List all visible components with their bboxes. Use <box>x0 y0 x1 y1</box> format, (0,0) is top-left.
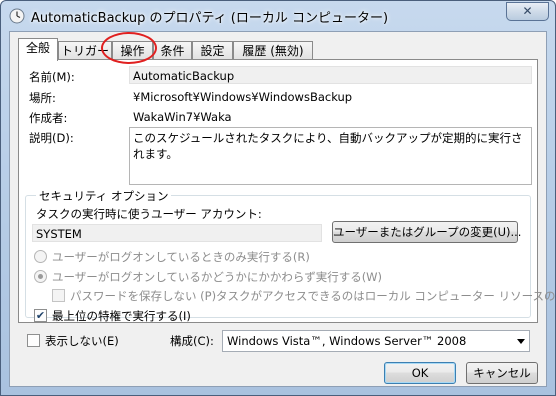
security-group-title: セキュリティ オプション <box>36 188 172 204</box>
hidden-checkbox[interactable] <box>27 334 40 347</box>
close-button[interactable]: ✕ <box>506 2 549 21</box>
tab-general[interactable]: 全般 <box>18 38 58 61</box>
security-options-group: セキュリティ オプション タスクの実行時に使うユーザー アカウント: SYSTE… <box>25 188 556 323</box>
properties-window: AutomaticBackup のプロパティ (ローカル コンピューター) ✕ … <box>0 0 556 396</box>
description-field[interactable]: このスケジュールされたタスクにより、自動バックアップが定期的に実行されます。 <box>129 127 532 185</box>
account-field: SYSTEM <box>32 224 322 242</box>
config-label: 構成(C): <box>170 334 214 348</box>
config-select-value: Windows Vista™, Windows Server™ 2008 <box>227 334 467 348</box>
no-store-password-label: パスワードを保存しない (P)タスクがアクセスできるのはローカル コンピューター… <box>70 289 556 303</box>
location-value: ¥Microsoft¥Windows¥WindowsBackup <box>133 90 353 104</box>
location-label: 場所: <box>29 91 56 105</box>
radio-only-logged-on-label: ユーザーがログオンしているときのみ実行する(R) <box>52 250 310 264</box>
highest-privileges-label: 最上位の特権で実行する(I) <box>52 309 191 323</box>
hidden-label: 表示しない(E) <box>45 334 119 348</box>
ok-button[interactable]: OK <box>384 362 456 384</box>
general-tab-panel: 名前(M): AutomaticBackup 場所: ¥Microsoft¥Wi… <box>18 59 556 323</box>
tab-conditions[interactable]: 条件 <box>153 41 192 60</box>
chevron-down-icon <box>517 339 525 344</box>
name-label: 名前(M): <box>29 70 75 84</box>
tab-settings[interactable]: 設定 <box>192 41 233 60</box>
tab-actions[interactable]: 操作 <box>112 41 153 60</box>
window-title: AutomaticBackup のプロパティ (ローカル コンピューター) <box>31 11 389 26</box>
highest-privileges-checkbox[interactable]: ✔ <box>34 309 47 322</box>
title-bar[interactable]: AutomaticBackup のプロパティ (ローカル コンピューター) ✕ <box>1 1 555 29</box>
cancel-button[interactable]: キャンセル <box>466 362 538 384</box>
config-select[interactable]: Windows Vista™, Windows Server™ 2008 <box>222 330 530 352</box>
no-store-password-checkbox[interactable] <box>52 289 65 302</box>
task-scheduler-icon <box>9 8 25 24</box>
author-value: WakaWin7¥Waka <box>133 110 232 124</box>
dialog-body: 全般 トリガー 操作 条件 設定 履歴 (無効) 名前(M): Automati… <box>9 31 556 387</box>
run-as-label: タスクの実行時に使うユーザー アカウント: <box>36 207 262 221</box>
radio-whether-logged-on[interactable] <box>34 270 47 283</box>
author-label: 作成者: <box>29 111 68 125</box>
radio-only-logged-on[interactable] <box>34 250 47 263</box>
description-label: 説明(D): <box>29 131 74 145</box>
change-user-button[interactable]: ユーザーまたはグループの変更(U)... <box>332 221 521 243</box>
name-field[interactable]: AutomaticBackup <box>129 66 532 84</box>
tab-triggers[interactable]: トリガー <box>58 41 112 60</box>
tab-history[interactable]: 履歴 (無効) <box>233 41 313 60</box>
radio-whether-logged-on-label: ユーザーがログオンしているかどうかにかかわらず実行する(W) <box>52 270 383 284</box>
